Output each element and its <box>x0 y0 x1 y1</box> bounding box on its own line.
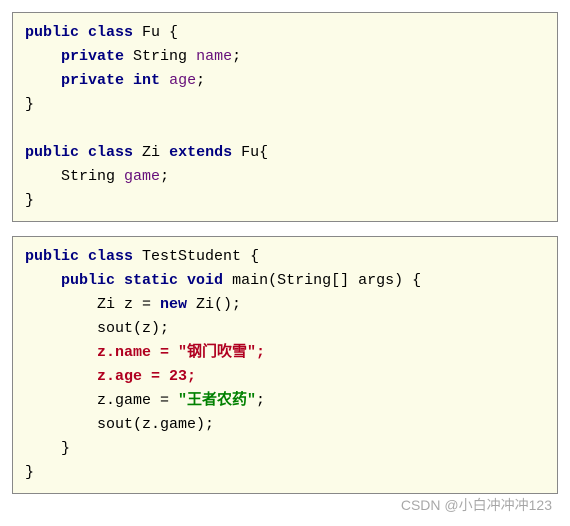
code-block-classes: public class Fu { private String name; p… <box>12 12 558 222</box>
keyword: public class <box>25 248 133 265</box>
type: String <box>61 168 115 185</box>
text: } <box>25 464 34 481</box>
text: } <box>25 96 34 113</box>
text: sout(z.game); <box>97 416 214 433</box>
text: ; <box>196 72 205 89</box>
type: String <box>133 48 187 65</box>
text: ; <box>232 48 241 65</box>
keyword: public class <box>25 144 133 161</box>
text: TestStudent { <box>142 248 259 265</box>
keyword: private int <box>61 72 160 89</box>
identifier: age <box>169 72 196 89</box>
keyword: public static void <box>61 272 223 289</box>
keyword: extends <box>169 144 232 161</box>
watermark: CSDN @小白冲冲冲123 <box>401 494 552 516</box>
keyword: public class <box>25 24 133 41</box>
text: main(String[] args) { <box>232 272 421 289</box>
text: Fu{ <box>241 144 268 161</box>
text: Zi z = <box>97 296 160 313</box>
text: Fu { <box>142 24 178 41</box>
text: } <box>25 192 34 209</box>
text: Zi <box>142 144 160 161</box>
text: ; <box>160 168 169 185</box>
text: Zi(); <box>187 296 241 313</box>
text: z.game = <box>97 392 178 409</box>
identifier: name <box>196 48 232 65</box>
identifier: game <box>124 168 160 185</box>
text: } <box>61 440 70 457</box>
string-literal: "王者农药" <box>178 392 256 409</box>
keyword: new <box>160 296 187 313</box>
keyword: private <box>61 48 124 65</box>
text: ; <box>256 392 265 409</box>
code-block-test: public class TestStudent { public static… <box>12 236 558 494</box>
text: sout(z); <box>97 320 169 337</box>
error-line: z.age = 23; <box>97 368 196 385</box>
error-line: z.name = "钢门吹雪"; <box>97 344 265 361</box>
